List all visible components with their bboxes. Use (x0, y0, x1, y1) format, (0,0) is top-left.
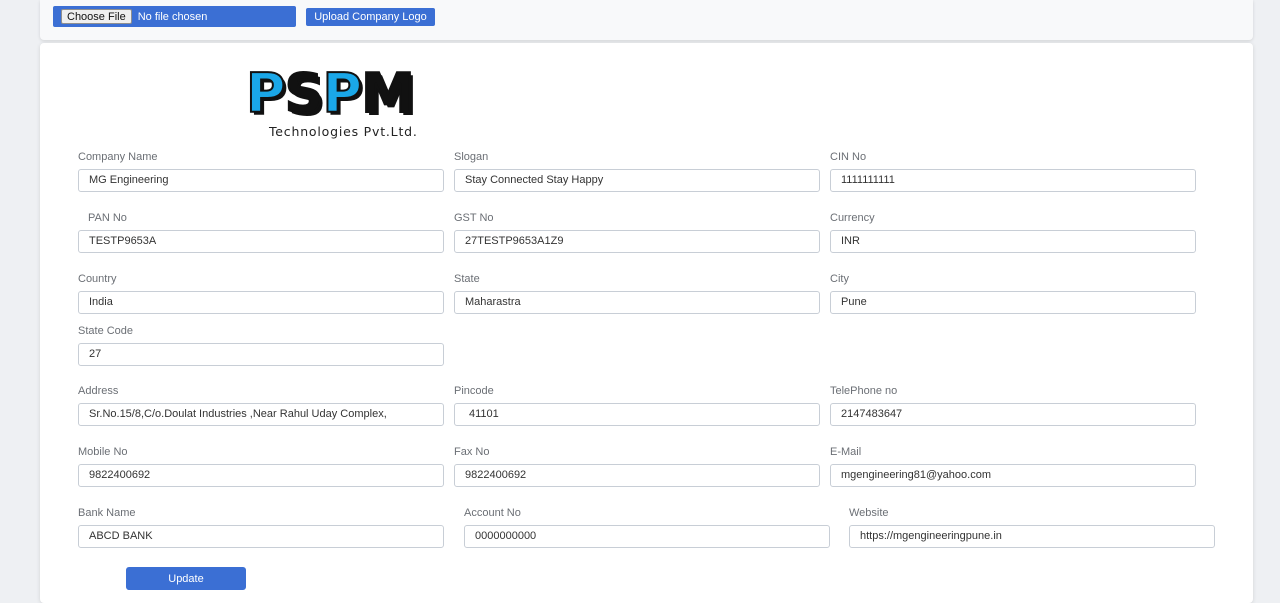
city-label: City (830, 273, 849, 285)
website-label: Website (849, 507, 889, 519)
file-input[interactable]: Choose File No file chosen (53, 6, 296, 27)
address-label: Address (78, 385, 119, 397)
address-input[interactable]: Sr.No.15/8,C/o.Doulat Industries ,Near R… (78, 403, 444, 426)
account-no-input[interactable]: 0000000000 (464, 525, 830, 548)
field-account-no: Account No 0000000000 (464, 506, 830, 548)
slogan-input[interactable]: Stay Connected Stay Happy (454, 169, 820, 192)
city-input[interactable]: Pune (830, 291, 1196, 314)
field-company-name: Company Name MG Engineering (78, 150, 444, 192)
pincode-input[interactable]: 41101 (454, 403, 820, 426)
telephone-label: TelePhone no (830, 385, 898, 397)
field-mobile: Mobile No 9822400692 (78, 445, 444, 487)
field-bank-name: Bank Name ABCD BANK (78, 506, 444, 548)
field-currency: Currency INR (830, 211, 1196, 253)
gst-no-input[interactable]: 27TESTP9653A1Z9 (454, 230, 820, 253)
company-profile-card: PSPM Technologies Pvt.Ltd. Company Name … (40, 43, 1253, 603)
currency-input[interactable]: INR (830, 230, 1196, 253)
country-label: Country (78, 273, 117, 285)
field-state: State Maharastra (454, 272, 820, 314)
field-country: Country India (78, 272, 444, 314)
field-pan-no: PAN No TESTP9653A (78, 211, 444, 253)
email-input[interactable]: mgengineering81@yahoo.com (830, 464, 1196, 487)
upload-logo-button[interactable]: Upload Company Logo (306, 8, 435, 26)
update-button[interactable]: Update (126, 567, 246, 590)
pan-no-input[interactable]: TESTP9653A (78, 230, 444, 253)
currency-label: Currency (830, 212, 875, 224)
state-input[interactable]: Maharastra (454, 291, 820, 314)
field-slogan: Slogan Stay Connected Stay Happy (454, 150, 820, 192)
field-telephone: TelePhone no 2147483647 (830, 384, 1196, 426)
company-logo: PSPM Technologies Pvt.Ltd. (245, 62, 476, 141)
state-code-label: State Code (78, 325, 134, 337)
cin-no-label: CIN No (830, 151, 867, 163)
field-email: E-Mail mgengineering81@yahoo.com (830, 445, 1196, 487)
field-website: Website https://mgengineeringpune.in (849, 506, 1215, 548)
website-input[interactable]: https://mgengineeringpune.in (849, 525, 1215, 548)
pincode-label: Pincode (454, 385, 494, 397)
bank-name-input[interactable]: ABCD BANK (78, 525, 444, 548)
gst-no-label: GST No (454, 212, 494, 224)
slogan-label: Slogan (454, 151, 489, 163)
field-fax: Fax No 9822400692 (454, 445, 820, 487)
mobile-input[interactable]: 9822400692 (78, 464, 444, 487)
bank-name-label: Bank Name (78, 507, 136, 519)
logo-letter: S (284, 62, 325, 125)
logo-letter: P (321, 62, 363, 125)
company-name-input[interactable]: MG Engineering (78, 169, 444, 192)
file-status-text: No file chosen (137, 10, 208, 23)
fax-label: Fax No (454, 446, 490, 458)
logo-letter: M (360, 62, 416, 125)
pan-no-label: PAN No (88, 212, 127, 224)
logo-wordmark: PSPM (245, 62, 416, 125)
logo-letter: P (245, 62, 287, 125)
country-input[interactable]: India (78, 291, 444, 314)
field-state-code: State Code 27 (78, 324, 444, 366)
account-no-label: Account No (464, 507, 521, 519)
email-label: E-Mail (830, 446, 862, 458)
fax-input[interactable]: 9822400692 (454, 464, 820, 487)
logo-subtitle: Technologies Pvt.Ltd. (269, 124, 418, 139)
field-address: Address Sr.No.15/8,C/o.Doulat Industries… (78, 384, 444, 426)
cin-no-input[interactable]: 1111111111 (830, 169, 1196, 192)
state-label: State (454, 273, 480, 285)
field-gst-no: GST No 27TESTP9653A1Z9 (454, 211, 820, 253)
telephone-input[interactable]: 2147483647 (830, 403, 1196, 426)
field-cin-no: CIN No 1111111111 (830, 150, 1196, 192)
choose-file-button[interactable]: Choose File (61, 9, 132, 24)
state-code-input[interactable]: 27 (78, 343, 444, 366)
field-city: City Pune (830, 272, 1196, 314)
company-name-label: Company Name (78, 151, 158, 163)
logo-upload-bar: Choose File No file chosen Upload Compan… (40, 0, 1253, 40)
mobile-label: Mobile No (78, 446, 128, 458)
field-pincode: Pincode 41101 (454, 384, 820, 426)
